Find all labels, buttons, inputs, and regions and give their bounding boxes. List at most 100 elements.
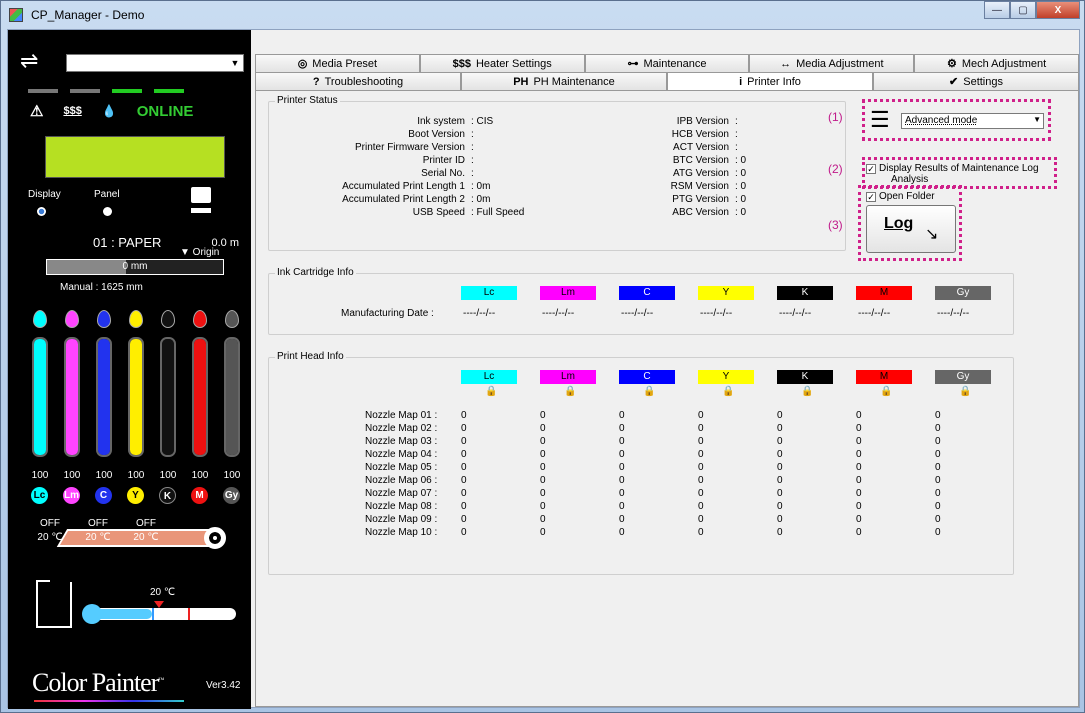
display-results-checkbox[interactable]: ✓ Display Results of Maintenance Log Analy… (866, 163, 1039, 185)
tab-label: Settings (963, 75, 1003, 88)
nozzle-map-label: Nozzle Map 09 : (365, 514, 438, 525)
manufacturing-date: ----/--/-- (779, 308, 812, 319)
nozzle-map-value: 0 (698, 501, 704, 512)
nozzle-map-value: 0 (856, 527, 862, 538)
status-key: Accumulated Print Length 1 (342, 181, 465, 192)
maximize-button[interactable]: ▢ (1010, 1, 1036, 19)
version-label: Ver3.42 (206, 680, 241, 691)
media-progress-text: 0 mm (122, 261, 148, 272)
nozzle-map-value: 0 (698, 449, 704, 460)
tab-media-adjustment[interactable]: ↔ Media Adjustment (749, 54, 915, 72)
status-key: Printer ID (422, 155, 465, 166)
nozzle-map-value: 0 (461, 423, 467, 434)
manufacturing-date: ----/--/-- (858, 308, 891, 319)
lock-icon[interactable]: 🔒 (722, 386, 734, 397)
ink-percent: 100 (63, 470, 81, 481)
tab-maintenance[interactable]: ⊶ Maintenance (584, 54, 750, 72)
printer-icon[interactable] (191, 187, 211, 203)
client-area: ⇌ ▼ ⚠ $$$ 💧 ONLINE Display Panel 01 : PA… (7, 29, 1080, 709)
ink-code-badge: K (159, 487, 176, 504)
manufacturing-date: ----/--/-- (700, 308, 733, 319)
printer-info-icon: i (739, 75, 743, 88)
nozzle-map-value: 0 (935, 423, 941, 434)
ink-code-badge: C (95, 487, 112, 504)
nozzle-map-value: 0 (461, 514, 467, 525)
tab-label: PH Maintenance (533, 75, 615, 88)
nozzle-map-value: 0 (619, 410, 625, 421)
log-button[interactable]: Log ↘ (866, 205, 956, 253)
tab-heater-settings[interactable]: $$$ Heater Settings (419, 54, 585, 72)
nozzle-map-value: 0 (540, 527, 546, 538)
logo-text: Color Painter (32, 668, 159, 697)
connection-arrows-icon[interactable]: ⇌ (20, 50, 38, 72)
display-results-label: Display Results of Maintenance Log Analys… (879, 163, 1039, 185)
checkbox-box[interactable]: ✓ (866, 164, 876, 174)
heater-icon: $$$ (63, 105, 82, 117)
tab-printer-info[interactable]: i Printer Info (667, 72, 873, 90)
tab-label: Heater Settings (475, 57, 552, 70)
chevron-down-icon[interactable]: ▼ (1033, 115, 1041, 124)
minimize-button[interactable]: — (984, 1, 1010, 19)
printer-status-panel: ⇌ ▼ ⚠ $$$ 💧 ONLINE Display Panel 01 : PA… (8, 30, 251, 709)
status-key: ATG Version (673, 168, 729, 179)
head-color-header: Lm (540, 370, 596, 384)
ink-drop-icon (193, 310, 207, 328)
status-key: HCB Version (671, 129, 729, 140)
thermometer-bulb (82, 604, 102, 624)
nozzle-map-value: 0 (777, 527, 783, 538)
ink-color-header: Lc (461, 286, 517, 300)
list-mode-icon: ☰ (870, 107, 890, 132)
ink-percent: 100 (127, 470, 145, 481)
tab-settings[interactable]: ✔ Settings (873, 72, 1079, 90)
nozzle-map-value: 0 (698, 488, 704, 499)
chevron-down-icon[interactable]: ▼ (227, 55, 243, 71)
ink-code-badge: Lm (63, 487, 80, 504)
tab-media-preset[interactable]: ◎ Media Preset (255, 54, 420, 72)
tab-mech-adjustment[interactable]: ⚙ Mech Adjustment (914, 54, 1079, 72)
status-value: : Full Speed (471, 207, 525, 218)
nozzle-map-value: 0 (777, 449, 783, 460)
media-preset-icon: ◎ (297, 58, 308, 70)
lock-icon[interactable]: 🔒 (564, 386, 576, 397)
tab-ph-maintenance[interactable]: PH PH Maintenance (461, 72, 667, 90)
ink-percent: 100 (223, 470, 241, 481)
ink-percent: 100 (191, 470, 209, 481)
tab-troubleshooting[interactable]: ? Troubleshooting (255, 72, 461, 90)
printer-select[interactable]: ▼ (66, 54, 244, 72)
status-key: Ink system (417, 116, 465, 127)
head-color-header: Gy (935, 370, 991, 384)
lock-icon[interactable]: 🔒 (880, 386, 892, 397)
nozzle-map-value: 0 (461, 410, 467, 421)
nozzle-map-value: 0 (540, 501, 546, 512)
cartridge-icon (36, 580, 72, 628)
nozzle-map-value: 0 (777, 488, 783, 499)
ink-color-header: Y (698, 286, 754, 300)
ink-code-badge: M (191, 487, 208, 504)
nozzle-map-label: Nozzle Map 03 : (365, 436, 438, 447)
nozzle-map-value: 0 (856, 423, 862, 434)
nozzle-map-value: 0 (935, 475, 941, 486)
maintenance-icon: ⊶ (627, 58, 639, 70)
status-value: : (735, 116, 738, 127)
ink-level (66, 339, 78, 455)
close-button[interactable]: X (1036, 1, 1080, 19)
nozzle-map-value: 0 (777, 462, 783, 473)
lock-icon[interactable]: 🔒 (801, 386, 813, 397)
ink-percent: 100 (31, 470, 49, 481)
display-radio[interactable] (37, 207, 46, 216)
status-row: Accumulated Print Length 2: 0m (289, 194, 490, 205)
led (154, 89, 184, 93)
panel-radio[interactable] (103, 207, 112, 216)
nozzle-map-label: Nozzle Map 10 : (365, 527, 438, 538)
lock-icon[interactable]: 🔒 (485, 386, 497, 397)
lock-icon[interactable]: 🔒 (643, 386, 655, 397)
mech-adjustment-icon: ⚙ (946, 58, 957, 70)
display-results-label-line-1: Display Results of Maintenance Log (879, 163, 1039, 174)
lock-icon[interactable]: 🔒 (959, 386, 971, 397)
nozzle-map-value: 0 (935, 488, 941, 499)
nozzle-map-value: 0 (461, 527, 467, 538)
ink-drop-icon (33, 310, 47, 328)
mode-select[interactable]: Advanced mode ▼ (901, 113, 1044, 129)
status-value: : 0 (735, 207, 747, 218)
status-row: Serial No.: (289, 168, 474, 179)
